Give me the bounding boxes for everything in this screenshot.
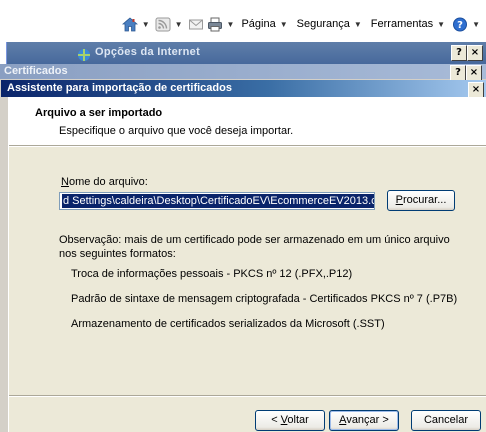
help-icon[interactable]: ? [452,17,468,32]
next-button-label: vançar > [346,414,389,426]
feeds-icon[interactable] [155,17,171,32]
certificate-import-wizard: Assistente para importação de certificad… [1,80,486,432]
tools-menu-label: Ferramentas [370,18,434,30]
certificates-help-button[interactable]: ? [450,65,466,81]
wizard-step-subtitle: Especifique o arquivo que você deseja im… [59,125,294,137]
ie-toolbar-buttons: ▼ ▼ ▼ Página ▼ Segurança ▼ Ferramentas ▼… [121,14,482,34]
file-name-input-value: d Settings\caldeira\Desktop\CertificadoE… [62,194,374,208]
ie-command-bar: ▼ ▼ ▼ Página ▼ Segurança ▼ Ferramentas ▼… [0,0,486,44]
file-name-label: Nome do arquivo: [61,176,148,188]
wizard-title: Assistente para importação de certificad… [7,82,232,94]
file-name-label-hotkey: N [61,176,69,188]
internet-options-title: Opções da Internet [95,46,201,58]
wizard-step-title: Arquivo a ser importado [35,107,163,119]
page-menu-label: Página [241,18,276,30]
print-icon[interactable] [207,17,223,32]
internet-options-titlebar: Opções da Internet ? × [7,42,486,64]
help-dropdown-arrow-icon[interactable]: ▼ [472,20,480,29]
home-icon[interactable] [121,16,138,32]
internet-options-close-button[interactable]: × [467,45,483,61]
file-name-label-text: ome do arquivo: [68,176,148,188]
certificates-close-button[interactable]: × [466,65,482,81]
internet-options-app-icon [77,48,91,62]
header-divider [9,146,486,147]
back-button-prefix: < [271,414,281,426]
footer-divider-highlight [9,396,486,397]
back-button[interactable]: < Voltar [255,410,325,431]
chevron-down-icon: ▼ [279,19,288,29]
chevron-down-icon: ▼ [353,19,362,29]
wizard-close-button[interactable]: × [468,82,484,98]
security-menu-label: Segurança [296,18,350,30]
cancel-button[interactable]: Cancelar [411,410,481,431]
certificates-titlebar: Certificados ? × [0,64,486,81]
security-menu-button[interactable]: Segurança ▼ [295,18,366,30]
home-dropdown-arrow-icon[interactable]: ▼ [142,20,150,29]
format-item-sst: Armazenamento de certificados serializad… [71,318,385,330]
format-item-pfx: Troca de informações pessoais - PKCS nº … [71,268,353,280]
wizard-header: Arquivo a ser importado Especifique o ar… [9,97,486,146]
mail-icon[interactable] [188,17,204,32]
format-item-p7b: Padrão de sintaxe de mensagem criptograf… [71,293,458,305]
browse-button[interactable]: Procurar... [387,190,455,211]
feeds-dropdown-arrow-icon[interactable]: ▼ [175,20,183,29]
wizard-titlebar: Assistente para importação de certificad… [1,80,486,98]
next-button[interactable]: Avançar > [329,410,399,431]
file-name-input[interactable]: d Settings\caldeira\Desktop\CertificadoE… [59,192,375,210]
svg-text:?: ? [457,20,463,31]
tools-menu-button[interactable]: Ferramentas ▼ [369,18,449,30]
back-button-label: oltar [287,414,309,426]
print-dropdown-arrow-icon[interactable]: ▼ [227,20,235,29]
certificates-title: Certificados [4,65,68,77]
internet-options-help-button[interactable]: ? [451,45,467,61]
page-menu-button[interactable]: Página ▼ [239,18,291,30]
browse-button-label: rocurar... [402,194,447,206]
chevron-down-icon: ▼ [437,19,446,29]
formats-note: Observação: mais de um certificado pode … [59,234,450,260]
browse-button-hotkey: P [395,194,403,206]
